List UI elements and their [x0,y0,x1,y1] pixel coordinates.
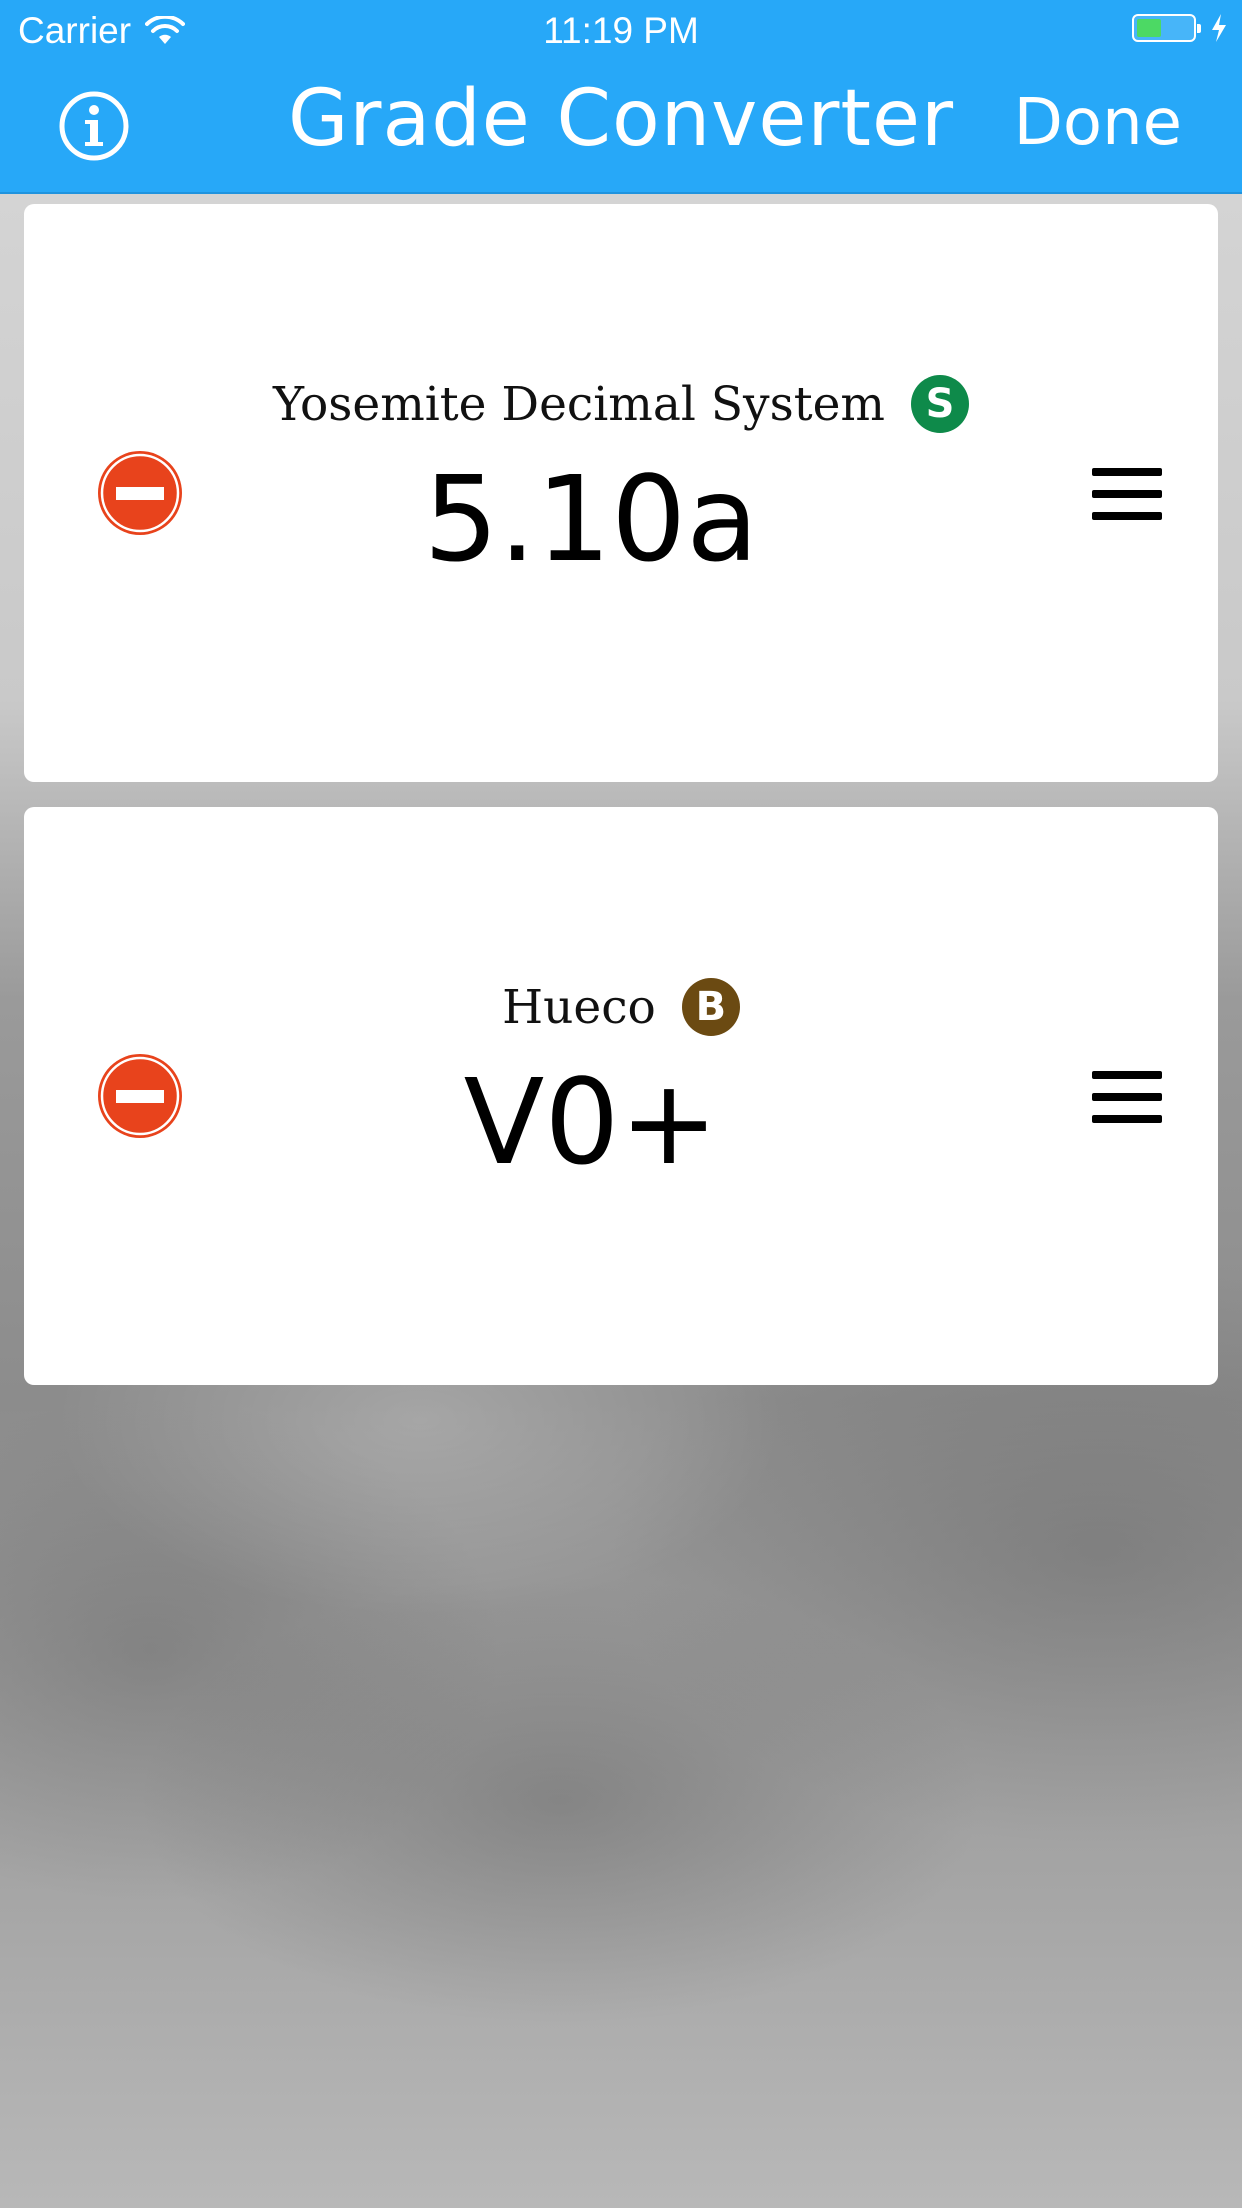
charging-bolt-icon [1212,14,1226,42]
grading-system-row: Yosemite Decimal System S [273,374,969,434]
grade-value[interactable]: 5.10a [0,460,1218,578]
boulder-badge: B [681,978,740,1036]
grading-system-name: Yosemite Decimal System [273,376,885,432]
battery-icon [1132,14,1201,42]
status-time: 11:19 PM [543,10,699,51]
status-bar: Carrier 11:19 PM [0,0,1242,60]
grading-system-name: Hueco [502,979,656,1035]
grade-card: Yosemite Decimal System S 5.10a [24,204,1218,782]
navigation-bar: Grade Converter Done [0,60,1242,192]
reorder-handle-icon[interactable] [1092,468,1162,520]
grade-card-content: Yosemite Decimal System S 5.10a [24,374,1218,578]
sport-badge: S [910,375,969,433]
app-header: Carrier 11:19 PM Grade Converter Done [0,0,1242,194]
done-button[interactable]: Done [1014,86,1182,160]
grading-system-row: Hueco B [502,977,740,1037]
reorder-handle-icon[interactable] [1092,1071,1162,1123]
grade-card-content: Hueco B V0+ [24,977,1218,1181]
grade-value[interactable]: V0+ [0,1063,1218,1181]
grade-card: Hueco B V0+ [24,807,1218,1385]
battery-indicator [1132,14,1228,42]
battery-level-fill [1137,19,1161,37]
